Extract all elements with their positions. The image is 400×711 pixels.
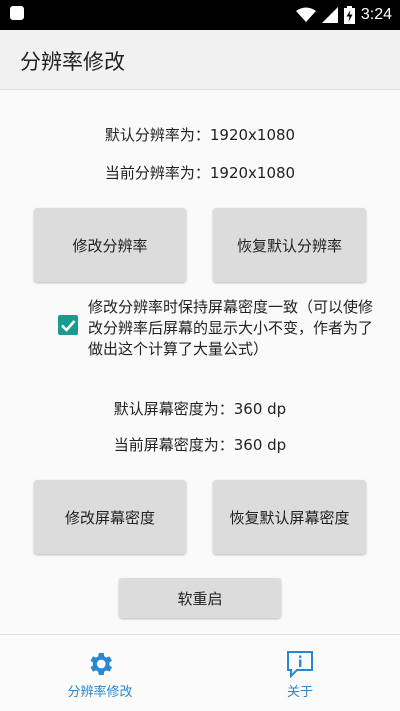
- nav-label-about: 关于: [286, 685, 313, 700]
- nav-item-about[interactable]: 关于: [200, 635, 400, 711]
- status-icons: 3:24: [295, 4, 392, 26]
- notification-icon: [10, 6, 24, 20]
- keep-density-checkbox[interactable]: [58, 315, 78, 335]
- current-density-text: 当前屏幕密度为：360 dp: [113, 436, 287, 454]
- gear-icon: [90, 653, 112, 675]
- battery-icon: [343, 6, 355, 24]
- signal-icon: [321, 7, 338, 23]
- wifi-icon: [295, 7, 316, 22]
- status-bar: 3:24: [0, 0, 400, 30]
- keep-density-label[interactable]: 修改分辨率时保持屏幕密度一致（可以使修改分辨率后屏幕的显示大小不变，作者为了做出…: [88, 297, 378, 360]
- page-title: 分辨率修改: [20, 50, 125, 74]
- bottom-navigation: 分辨率修改 关于: [0, 634, 400, 710]
- clock: 3:24: [360, 6, 392, 23]
- modify-density-button[interactable]: 修改屏幕密度: [34, 480, 186, 554]
- default-density-text: 默认屏幕密度为：360 dp: [113, 400, 287, 418]
- nav-label-resolution: 分辨率修改: [67, 685, 133, 700]
- modify-resolution-button[interactable]: 修改分辨率: [34, 208, 186, 282]
- info-icon: [287, 651, 313, 679]
- checkmark-icon: [61, 320, 76, 332]
- default-resolution-text: 默认分辨率为：1920x1080: [104, 126, 296, 144]
- app-bar: 分辨率修改: [0, 30, 400, 90]
- restore-density-button[interactable]: 恢复默认屏幕密度: [213, 480, 366, 554]
- soft-reboot-button[interactable]: 软重启: [119, 578, 281, 618]
- nav-item-resolution[interactable]: 分辨率修改: [0, 635, 200, 711]
- current-resolution-text: 当前分辨率为：1920x1080: [104, 164, 296, 182]
- restore-resolution-button[interactable]: 恢复默认分辨率: [213, 208, 366, 282]
